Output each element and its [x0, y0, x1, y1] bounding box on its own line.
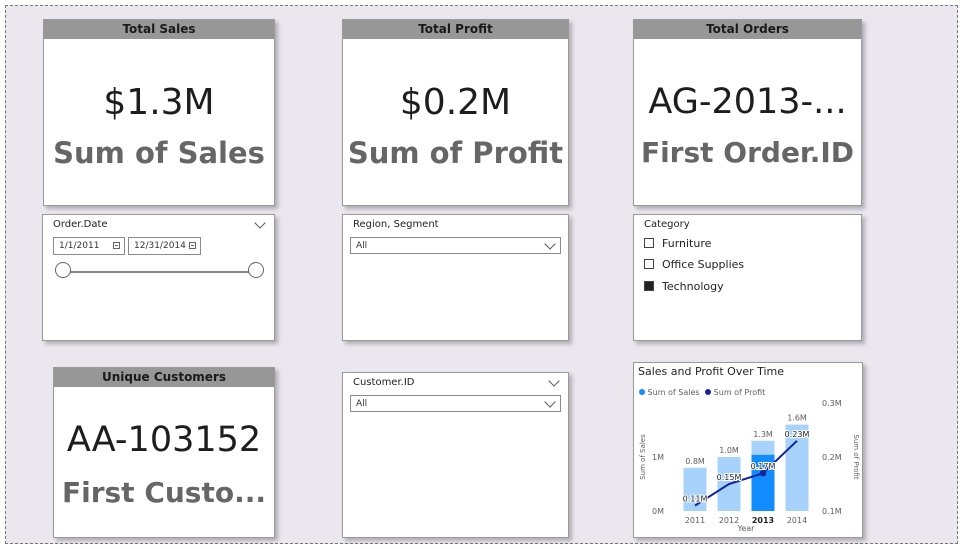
slicer-title: Region, Segment — [353, 219, 439, 230]
x-tick-label: 2014 — [787, 516, 807, 525]
calendar-icon[interactable] — [189, 242, 196, 249]
range-end-handle[interactable] — [248, 262, 264, 278]
x-tick-label: 2012 — [719, 516, 739, 525]
y2-tick-label: 0.3M — [822, 399, 842, 408]
checkbox-checked[interactable] — [644, 281, 654, 291]
chevron-down-icon — [544, 238, 556, 250]
x-tick-label: 2011 — [685, 516, 705, 525]
card-header: Total Profit — [343, 20, 568, 39]
card-subtitle: Sum of Profit — [347, 136, 564, 170]
category-item-label: Office Supplies — [662, 258, 745, 271]
calendar-icon[interactable] — [113, 242, 120, 249]
chevron-down-icon[interactable] — [254, 217, 266, 229]
x-tick-label: 2013 — [752, 516, 774, 525]
bar-data-label: 1.3M — [753, 430, 773, 439]
start-date-value: 1/1/2011 — [59, 241, 100, 251]
slicer-title: Category — [644, 219, 690, 230]
line-data-label: 0.23M — [785, 430, 810, 439]
card-value: AA-103152 — [66, 420, 262, 460]
end-date-value: 12/31/2014 — [134, 241, 186, 251]
card-subtitle: Sum of Sales — [53, 136, 265, 170]
dropdown-value: All — [356, 241, 368, 251]
card-header: Total Sales — [44, 20, 274, 39]
category-item-office-supplies[interactable]: Office Supplies — [644, 258, 744, 272]
category-item-technology[interactable]: Technology — [644, 280, 724, 294]
customer-id-dropdown[interactable]: All — [350, 395, 561, 412]
y2-axis-title: Sum of Profit — [852, 434, 860, 479]
checkbox[interactable] — [644, 238, 654, 248]
card-value: $1.3M — [103, 82, 215, 123]
slicer-title: Customer.ID — [353, 377, 415, 388]
category-slicer[interactable]: Category Furniture Office Supplies Techn… — [633, 214, 862, 341]
card-subtitle: First Order.ID — [640, 136, 855, 169]
chevron-down-icon[interactable] — [548, 375, 560, 387]
customer-id-slicer[interactable]: Customer.ID All — [342, 372, 569, 538]
range-start-handle[interactable] — [55, 262, 71, 278]
card-header: Unique Customers — [54, 368, 274, 387]
dropdown-value: All — [356, 399, 368, 409]
total-orders-card[interactable]: Total Orders AG-2013-... First Order.ID — [633, 19, 862, 206]
x-axis-title: Year — [737, 524, 756, 533]
chevron-down-icon — [544, 396, 556, 408]
order-date-slicer[interactable]: Order.Date 1/1/2011 12/31/2014 — [42, 214, 275, 341]
start-date-input[interactable]: 1/1/2011 — [53, 237, 125, 255]
line-data-label: 0.11M — [683, 495, 708, 504]
region-segment-slicer[interactable]: Region, Segment All — [342, 214, 569, 341]
bar-data-label: 0.8M — [685, 457, 705, 466]
y2-tick-label: 0.1M — [822, 507, 842, 516]
sales-profit-chart[interactable]: Sales and Profit Over Time Sum of Sales … — [633, 362, 863, 538]
checkbox[interactable] — [644, 259, 654, 269]
card-value: AG-2013-... — [648, 82, 847, 122]
unique-customers-card[interactable]: Unique Customers AA-103152 First Custo..… — [53, 367, 275, 538]
card-subtitle: First Custo... — [61, 476, 266, 509]
y-tick-label: 1M — [652, 453, 664, 462]
y-axis-title: Sum of Sales — [639, 434, 647, 480]
slicer-title: Order.Date — [53, 219, 108, 230]
report-canvas: Total Sales $1.3M Sum of Sales Total Pro… — [5, 5, 958, 544]
card-header: Total Orders — [634, 20, 861, 39]
bar-data-label: 1.0M — [719, 446, 739, 455]
y-tick-label: 0M — [652, 507, 664, 516]
date-range-track — [63, 271, 257, 273]
total-sales-card[interactable]: Total Sales $1.3M Sum of Sales — [43, 19, 275, 206]
bar-data-label: 1.6M — [787, 414, 807, 423]
end-date-input[interactable]: 12/31/2014 — [128, 237, 201, 255]
category-item-label: Furniture — [662, 237, 712, 250]
line-data-label: 0.17M — [751, 462, 776, 471]
line-data-label: 0.15M — [717, 473, 742, 482]
chart-plot: 0M 1M 0.1M 0.2M 0.3M 0.8M 2011 1.0M 2012 1.3M 2013… — [639, 399, 860, 533]
total-profit-card[interactable]: Total Profit $0.2M Sum of Profit — [342, 19, 569, 206]
card-value: $0.2M — [399, 82, 512, 123]
line-profit — [694, 440, 798, 507]
region-segment-dropdown[interactable]: All — [350, 237, 561, 254]
y2-tick-label: 0.2M — [822, 453, 842, 462]
category-item-label: Technology — [662, 280, 724, 293]
category-item-furniture[interactable]: Furniture — [644, 237, 711, 251]
